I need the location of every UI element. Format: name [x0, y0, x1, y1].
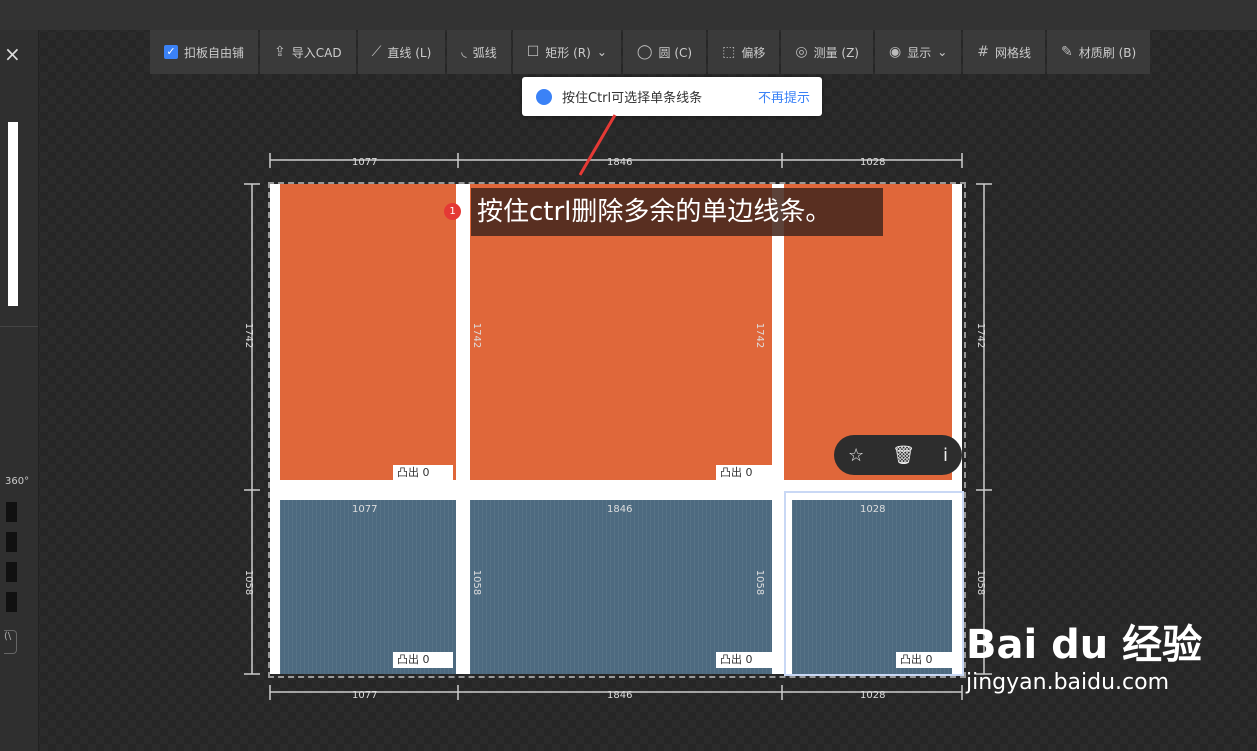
dimension-label: 1742 — [471, 322, 483, 349]
ceiling-panel[interactable] — [280, 500, 456, 674]
dimension-label: 1028 — [860, 504, 886, 515]
dimension-label: 1742 — [975, 322, 987, 349]
watermark: Bai du 经验 jingyan.baidu.com — [966, 612, 1202, 695]
dimension-label: 1058 — [243, 569, 255, 596]
protrude-tag: 凸出 0 — [716, 465, 776, 481]
dimension-label: 1077 — [352, 504, 378, 515]
ceiling-panel[interactable] — [280, 184, 456, 480]
watermark-url: jingyan.baidu.com — [966, 670, 1170, 695]
protrude-tag: 凸出 0 — [716, 652, 776, 668]
dimension-label: 1058 — [754, 569, 766, 596]
step-badge: 1 — [444, 203, 461, 220]
dimension-label: 1058 — [975, 569, 987, 596]
dimension-label: 1846 — [607, 157, 633, 168]
dimension-label: 1742 — [754, 322, 766, 349]
dimension-label: 1028 — [860, 690, 886, 701]
protrude-tag: 凸出 0 — [393, 652, 453, 668]
protrude-tag: 凸出 0 — [393, 465, 453, 481]
trash-icon[interactable]: 🗑 — [892, 445, 915, 466]
selection-highlight — [784, 491, 964, 676]
protrude-tag: 凸出 0 — [896, 652, 956, 668]
dimension-label: 1846 — [607, 504, 633, 515]
dimension-label: 1058 — [471, 569, 483, 596]
ceiling-panel[interactable] — [470, 500, 772, 674]
dimension-label: 1077 — [352, 690, 378, 701]
star-icon[interactable]: ☆ — [848, 445, 864, 466]
watermark-brand: Bai du 经验 — [966, 622, 1203, 668]
info-icon[interactable]: i — [943, 445, 948, 466]
context-toolbar: ☆ 🗑 i — [834, 435, 962, 475]
dimension-label: 1028 — [860, 157, 886, 168]
annotation-callout: 按住ctrl删除多余的单边线条。 — [471, 188, 883, 236]
dimension-label: 1742 — [243, 322, 255, 349]
dimension-label: 1077 — [352, 157, 378, 168]
dimension-label: 1846 — [607, 690, 633, 701]
